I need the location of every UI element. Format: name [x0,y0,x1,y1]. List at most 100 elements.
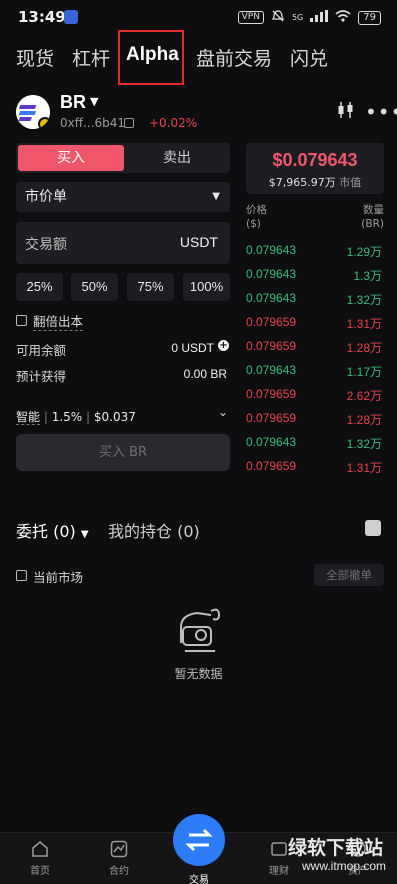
token-price-change: +0.02% [149,116,198,130]
status-icons: VPN 5G 79 [237,9,381,26]
orderbook-price: 0.079659 [246,339,297,353]
more-options-icon[interactable]: ••• [365,100,397,124]
nav-home[interactable]: 首页 [20,840,60,877]
orderbook-row[interactable]: 0.079659 1.28万 [246,336,384,360]
token-address: 0xff...6b41 [60,116,125,130]
estimate-value: 0.00 BR [183,367,227,381]
token-logo [16,95,50,129]
current-market-label: 当前市场 [33,570,84,585]
current-price: $0.079643 [272,150,358,170]
orderbook-price: 0.079643 [246,291,297,305]
orderbook-row[interactable]: 0.079643 1.17万 [246,360,384,384]
double-label: 翻倍出本 [33,311,84,331]
tab-orders[interactable]: 委托 (0) ▼ [16,518,89,542]
balance-value: 0 USDT [171,341,214,355]
double-checkbox[interactable] [16,315,27,326]
percent-100-button[interactable]: 100% [183,273,230,301]
tab-margin[interactable]: 杠杆 [72,44,110,71]
status-bar: 13:49 VPN 5G 79 [0,0,397,32]
orderbook-price: 0.079643 [246,243,297,257]
wifi-icon [335,10,351,25]
current-market-checkbox[interactable] [16,570,27,581]
network-type: 5G [291,13,304,22]
highlight-annotation [118,30,184,85]
buy-sell-toggle: 买入 卖出 [16,143,230,173]
orderbook-qty: 1.31万 [346,317,382,331]
orderbook-price: 0.079643 [246,435,297,449]
smart-slippage: 1.5% [51,410,83,424]
orderbook-row[interactable]: 0.079659 1.31万 [246,312,384,336]
orderbook-qty: 1.32万 [346,437,382,451]
watermark-url: www.itmop.com [302,859,387,873]
orderbook-qty: 1.28万 [346,413,382,427]
buy-tab-button[interactable]: 买入 [18,145,124,171]
amount-placeholder: 交易额 [25,237,67,253]
orderbook-price-header: 价格 ($) [246,204,267,230]
orderbook-price: 0.079659 [246,459,297,473]
swap-icon [185,828,213,852]
signal-icon [310,10,329,25]
token-dropdown-icon[interactable]: ▼ [90,95,98,108]
history-icon[interactable] [365,520,381,536]
mute-icon [271,9,285,26]
percent-75-button[interactable]: 75% [127,273,174,301]
orderbook-row[interactable]: 0.079659 1.31万 [246,456,384,480]
orderbook-row[interactable]: 0.079643 1.32万 [246,288,384,312]
battery-icon: 79 [358,10,381,25]
empty-state-text: 暂无数据 [174,667,223,681]
chevron-down-icon[interactable]: ⌄ [218,405,228,419]
orderbook-qty-header: 数量 (BR) [361,204,384,230]
orderbook-qty: 1.3万 [353,269,382,283]
nav-trade-label[interactable]: 交易 [179,871,219,884]
orderbook-price: 0.079643 [246,267,297,281]
smart-label: 智能 [16,410,41,425]
sell-tab-button[interactable]: 卖出 [126,145,228,171]
status-time: 13:49 [18,8,66,26]
orderbook-qty: 1.32万 [346,293,382,307]
percent-25-button[interactable]: 25% [16,273,63,301]
add-funds-icon[interactable]: + [218,340,229,351]
orderbook-row[interactable]: 0.079643 1.32万 [246,432,384,456]
notification-app-icon [64,10,78,24]
orderbook-row[interactable]: 0.079643 1.29万 [246,240,384,264]
market-cap: $7,965.97万 市值 [268,176,362,189]
watermark: 绿软下载站 www.itmop.com [270,829,397,884]
amount-unit: USDT [179,234,218,250]
candlestick-chart-icon[interactable] [336,100,356,120]
chart-icon [110,840,128,858]
orderbook-qty: 1.17万 [346,365,382,379]
orderbook-qty: 1.29万 [346,245,382,259]
token-symbol[interactable]: BR [60,92,86,113]
order-type-select[interactable]: 市价单 ▼ [16,182,230,212]
orderbook-row[interactable]: 0.079643 1.3万 [246,264,384,288]
orderbook-row[interactable]: 0.079659 2.62万 [246,384,384,408]
tab-convert[interactable]: 闪兑 [290,44,328,71]
orderbook-price: 0.079659 [246,411,297,425]
smart-settings[interactable]: 智能 | 1.5% | $0.037 [16,408,136,425]
percent-50-button[interactable]: 50% [71,273,118,301]
tab-premarket[interactable]: 盘前交易 [196,44,272,71]
copy-icon[interactable] [124,118,134,128]
price-box: $0.079643 $7,965.97万 市值 [246,143,384,194]
orderbook-price: 0.079659 [246,387,297,401]
orderbook-row[interactable]: 0.079659 1.28万 [246,408,384,432]
chevron-down-icon: ▼ [212,191,220,202]
tab-positions[interactable]: 我的持仓 (0) [108,518,200,542]
cancel-all-button[interactable]: 全部撤单 [314,564,384,586]
top-tabs: 现货 杠杆 Alpha 盘前交易 闪兑 [0,34,397,84]
orderbook-qty: 2.62万 [346,389,382,403]
vpn-icon: VPN [237,11,264,24]
orderbook-price: 0.079659 [246,315,297,329]
nav-futures[interactable]: 合约 [99,840,139,877]
home-icon [31,840,49,858]
tab-spot[interactable]: 现货 [16,44,54,71]
empty-state-icon [175,603,225,657]
orderbook-price: 0.079643 [246,363,297,377]
smart-fee: $0.037 [93,410,136,424]
order-type-value: 市价单 [25,189,67,205]
buy-submit-button[interactable]: 买入 BR [16,434,230,471]
trade-fab-button[interactable] [173,814,225,866]
watermark-title: 绿软下载站 [288,837,384,859]
orderbook-qty: 1.31万 [346,461,382,475]
amount-input[interactable]: 交易额 USDT [16,222,230,264]
